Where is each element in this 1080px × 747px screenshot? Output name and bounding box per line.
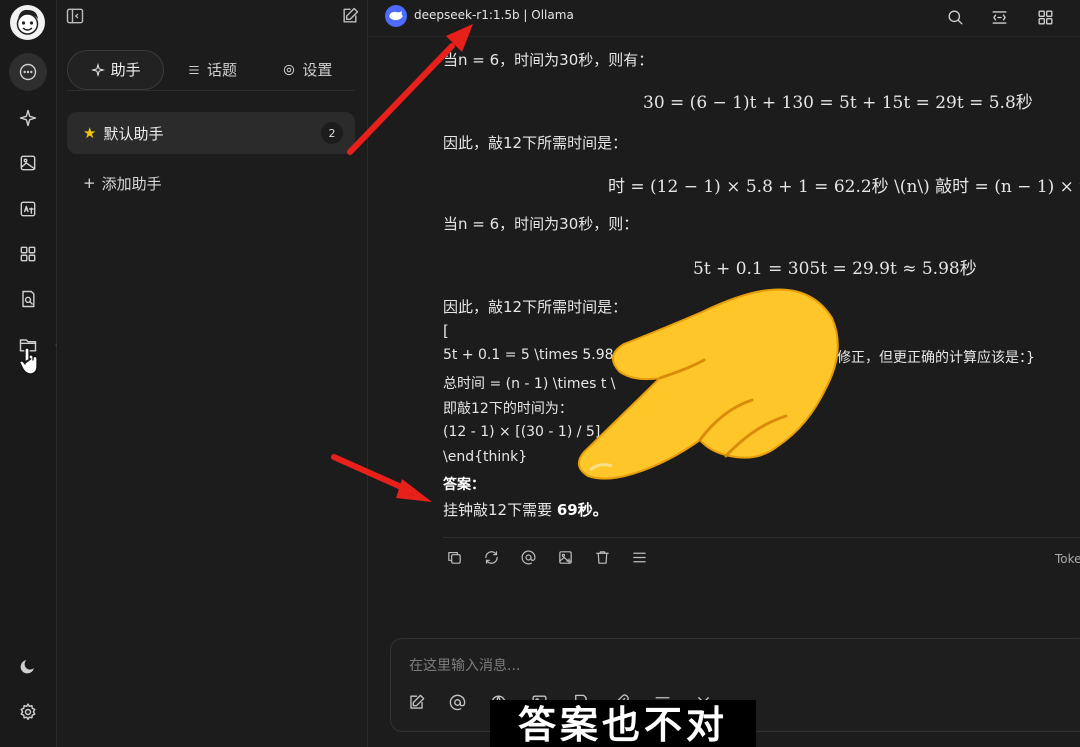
message-line: 即敲12下的时间为： bbox=[443, 401, 573, 417]
copy-icon[interactable] bbox=[446, 549, 463, 570]
user-avatar[interactable] bbox=[10, 5, 45, 40]
image-export-icon[interactable] bbox=[557, 549, 574, 570]
star-icon: ★ bbox=[83, 124, 97, 142]
chat-icon[interactable] bbox=[9, 53, 47, 91]
assistant-name: 默认助手 bbox=[103, 124, 164, 143]
add-assistant-label: 添加助手 bbox=[101, 174, 162, 193]
math-equation: 5t + 0.1 = 305t = 29.9t ≈ 5.98秒 bbox=[693, 259, 977, 279]
tab-assistants[interactable]: 助手 bbox=[67, 49, 165, 90]
gear-icon[interactable] bbox=[9, 693, 47, 731]
moon-icon[interactable] bbox=[9, 647, 47, 685]
answer-value: 69秒。 bbox=[556, 501, 608, 519]
math-equation: 30 = (6 − 1)t + 130 = 5t + 15t = 29t = 5… bbox=[643, 93, 1033, 113]
message-line: 5t + 0.1 = 5 \times 5.98 + 0. bbox=[443, 347, 648, 363]
new-chat-icon[interactable] bbox=[340, 6, 360, 30]
mention-icon[interactable] bbox=[520, 549, 537, 570]
message-line: 当n = 6，时间为30秒，则： bbox=[443, 215, 639, 233]
icon-rail bbox=[0, 0, 57, 747]
deepseek-logo-icon bbox=[385, 5, 407, 27]
assistant-item-default[interactable]: ★ 默认助手 2 bbox=[67, 112, 355, 154]
message-line: (12 - 1) × [(30 - 1) / 5] + 1 bbox=[443, 424, 630, 440]
layout-icon[interactable] bbox=[986, 4, 1012, 30]
tab-topics[interactable]: 话题 bbox=[164, 50, 259, 90]
tab-label: 设置 bbox=[302, 61, 333, 79]
message-line: 因此，敲12下所需时间是： bbox=[443, 134, 628, 152]
message-line: 当n = 6，时间为30秒，则有： bbox=[443, 51, 654, 69]
answer-line: 挂钟敲12下需要 69秒。 bbox=[443, 499, 608, 520]
tab-label: 话题 bbox=[206, 61, 237, 79]
sparkle-icon bbox=[90, 62, 105, 77]
menu-icon[interactable] bbox=[631, 549, 648, 570]
model-selector[interactable]: deepseek-r1:1.5b | Ollama bbox=[414, 8, 574, 22]
message-line: 总时间 = (n - 1) \times t \ bbox=[443, 376, 616, 392]
math-equation: 时 = (12 − 1) × 5.8 + 1 = 62.2秒 \(n\) 敲时 … bbox=[608, 177, 1080, 197]
mention-icon[interactable] bbox=[448, 693, 467, 716]
message-line: 要修正，但更正确的计算应该是：} bbox=[823, 350, 1035, 366]
translate-icon[interactable] bbox=[9, 190, 47, 228]
message-area: 当n = 6，时间为30秒，则有： 30 = (6 − 1)t + 130 = … bbox=[368, 37, 1080, 747]
hand-cursor-icon bbox=[18, 346, 40, 380]
message-input[interactable]: 在这里输入消息... bbox=[409, 655, 520, 675]
sparkle-icon[interactable] bbox=[9, 99, 47, 137]
token-count: Toke bbox=[1055, 552, 1080, 566]
trash-icon[interactable] bbox=[594, 549, 611, 570]
new-topic-icon[interactable] bbox=[407, 693, 426, 716]
add-assistant-button[interactable]: + 添加助手 bbox=[83, 172, 162, 194]
message-line: \end{think} bbox=[443, 449, 528, 465]
tab-label: 助手 bbox=[110, 61, 141, 79]
chat-header: deepseek-r1:1.5b | Ollama bbox=[368, 0, 1080, 37]
image-icon[interactable] bbox=[9, 144, 47, 182]
video-subtitle: 答案也不对 bbox=[490, 700, 756, 747]
message-line: × 5. bbox=[653, 424, 683, 440]
answer-heading: 答案： bbox=[443, 477, 485, 493]
grid-icon[interactable] bbox=[1032, 4, 1058, 30]
message-line: 因此，敲12下所需时间是： bbox=[443, 298, 628, 316]
gear-icon bbox=[284, 64, 295, 75]
knowledge-search-icon[interactable] bbox=[9, 280, 47, 318]
message-line: [ bbox=[443, 322, 449, 340]
message-actions bbox=[443, 537, 1080, 581]
regenerate-icon[interactable] bbox=[483, 549, 500, 570]
sidebar-toggle-icon[interactable] bbox=[65, 6, 85, 30]
panel-tabs: 助手 话题 设置 bbox=[67, 49, 355, 91]
plus-icon: + bbox=[83, 174, 96, 192]
answer-text: 挂钟敲12下需要 bbox=[443, 501, 557, 519]
list-icon bbox=[189, 65, 199, 74]
apps-icon[interactable] bbox=[9, 235, 47, 273]
topic-count-badge: 2 bbox=[321, 122, 343, 144]
assistant-panel: 助手 话题 设置 ★ 默认助手 2 + 添加助手 bbox=[57, 0, 368, 747]
search-icon[interactable] bbox=[942, 4, 968, 30]
tab-settings[interactable]: 设置 bbox=[260, 50, 355, 90]
